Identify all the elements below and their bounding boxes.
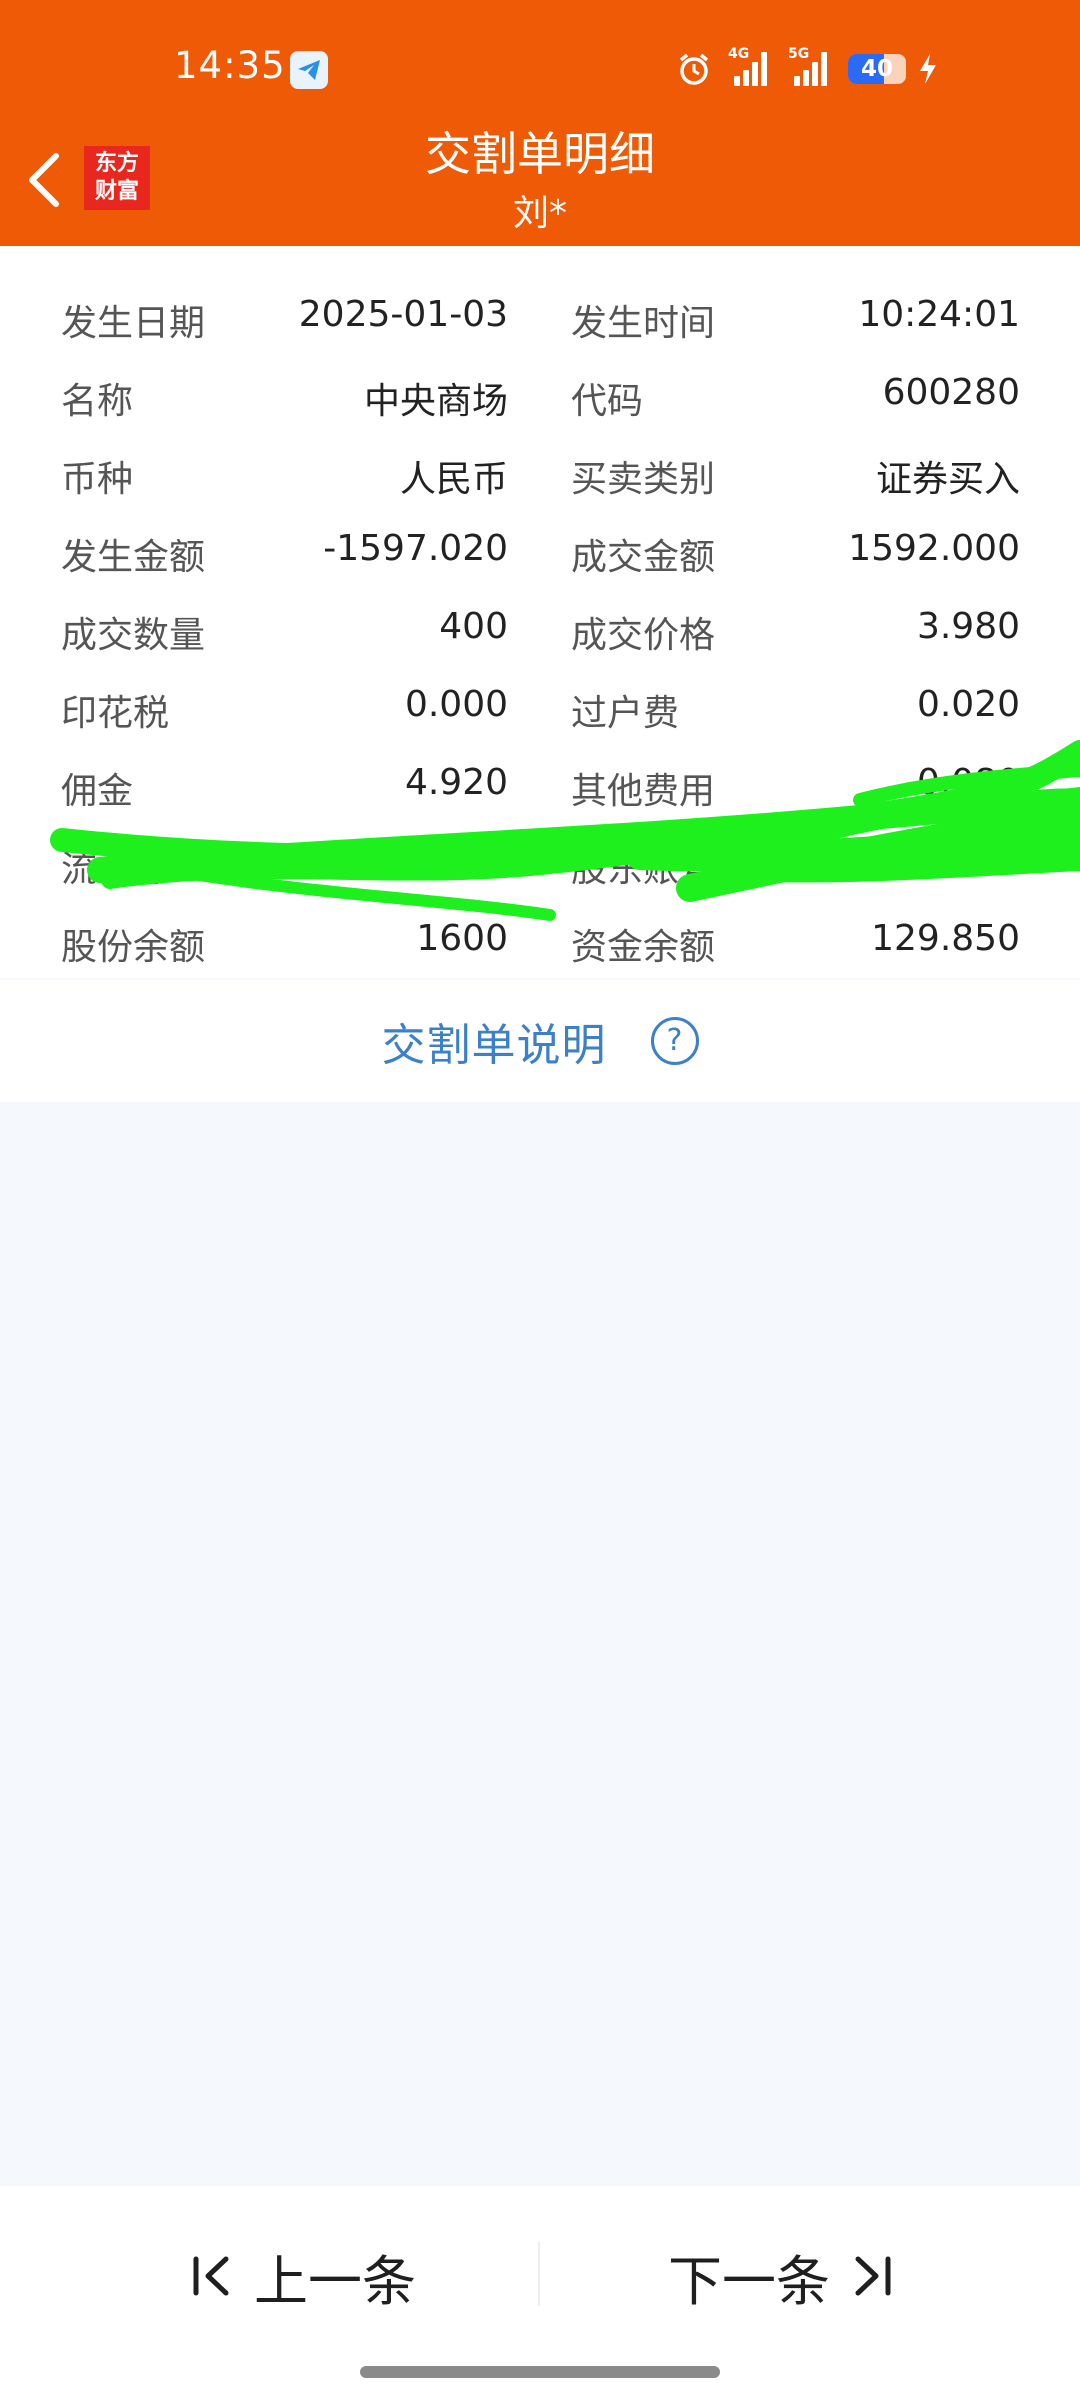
field-value: -1597.020 (323, 528, 508, 569)
field-value: 1592.000 (848, 528, 1020, 569)
last-page-icon (855, 2256, 891, 2296)
detail-row: 发生金额 -1597.020 成交金额 1592.000 (0, 514, 1080, 592)
field-value: 600280 (882, 372, 1020, 413)
field-value: 0.000 (404, 684, 508, 725)
trade-detail-panel: 发生日期 2025-01-03 发生时间 10:24:01 名称 中央商场 代码… (0, 246, 1080, 978)
next-record-button[interactable]: 下一条 (668, 2226, 894, 2326)
detail-row: 印花税 0.000 过户费 0.020 (0, 670, 1080, 748)
field-label: 名称 (61, 381, 134, 422)
battery-icon: 40 (848, 54, 906, 84)
detail-row: 股份余额 1600 资金余额 129.850 (0, 904, 1080, 982)
prev-record-label: 上一条 (254, 2249, 416, 2313)
home-indicator[interactable] (360, 2366, 720, 2378)
field-label: 发生金额 (61, 537, 206, 578)
footer-divider (538, 2242, 540, 2306)
field-label: 其他费用 (571, 771, 716, 812)
status-icons: 4G 5G 40 (676, 46, 940, 91)
first-page-icon (193, 2256, 229, 2296)
signal-5g-icon: 5G (788, 46, 830, 86)
field-value: 证券买入 (875, 459, 1020, 500)
field-value: 4.920 (404, 762, 508, 803)
prev-record-button[interactable]: 上一条 (190, 2226, 416, 2326)
field-label: 资金余额 (571, 927, 716, 968)
status-time: 14:35 (174, 44, 286, 87)
help-link-label: 交割单说明 (381, 1020, 607, 1071)
field-value: 10:24:01 (858, 294, 1020, 335)
field-value: 400 (439, 606, 508, 647)
field-label: 过户费 (571, 693, 680, 734)
detail-row: 发生日期 2025-01-03 发生时间 10:24:01 (0, 280, 1080, 358)
field-value: 1600 (416, 918, 508, 959)
signal-4g-icon: 4G (728, 46, 770, 86)
alarm-icon (679, 53, 709, 85)
field-value: 3.980 (916, 606, 1020, 647)
field-label: 发生日期 (61, 303, 206, 344)
field-label: 代码 (571, 381, 644, 422)
field-label: 股份余额 (61, 927, 206, 968)
telegram-icon (290, 51, 328, 89)
detail-row: 名称 中央商场 代码 600280 (0, 358, 1080, 436)
header-bar: 14:35 4G 5G 40 东方 财富 交割单明细 刘* (0, 0, 1080, 246)
page-title: 交割单明细 (425, 127, 655, 181)
field-label: 佣金 (61, 771, 134, 812)
detail-row: 流水号 股东账号 (0, 826, 1080, 904)
account-name: 刘* (512, 193, 567, 234)
field-value: 0.080 (916, 762, 1020, 803)
field-value: 129.850 (871, 918, 1020, 959)
field-label: 成交金额 (571, 537, 716, 578)
detail-row: 成交数量 400 成交价格 3.980 (0, 592, 1080, 670)
next-record-label: 下一条 (668, 2249, 830, 2313)
field-label: 发生时间 (571, 303, 716, 344)
delivery-note-help-link[interactable]: 交割单说明 ? (0, 980, 1080, 1102)
field-label: 成交价格 (571, 615, 716, 656)
field-value: 人民币 (399, 459, 508, 500)
field-label: 股东账号 (571, 849, 716, 890)
field-value: 中央商场 (363, 381, 508, 422)
charging-icon (920, 54, 936, 84)
field-label: 印花税 (61, 693, 170, 734)
detail-row: 佣金 4.920 其他费用 0.080 (0, 748, 1080, 826)
field-label: 流水号 (61, 849, 170, 890)
field-value: 0.020 (916, 684, 1020, 725)
field-value: 2025-01-03 (298, 294, 508, 335)
detail-row: 币种 人民币 买卖类别 证券买入 (0, 436, 1080, 514)
field-label: 成交数量 (61, 615, 206, 656)
field-label: 买卖类别 (571, 459, 716, 500)
question-icon: ? (650, 1017, 699, 1065)
field-label: 币种 (61, 459, 134, 500)
